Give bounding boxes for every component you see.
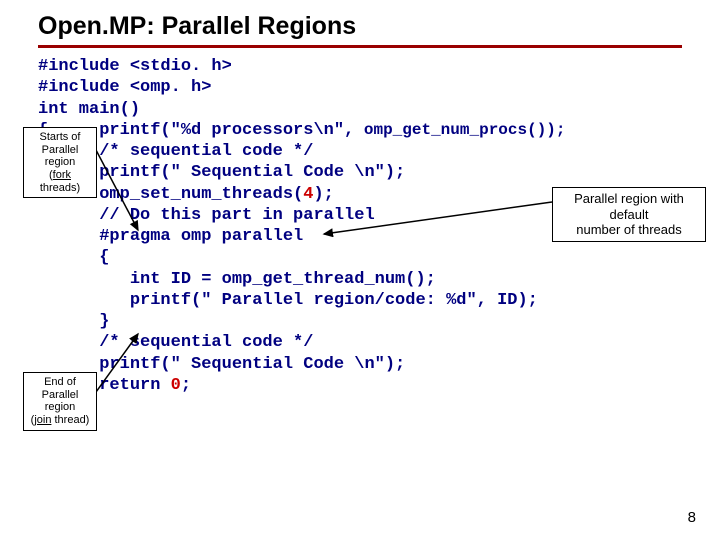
code-line: printf(" Sequential Code \n");	[38, 354, 720, 375]
code-line: printf(" Parallel region/code: %d", ID);	[38, 290, 720, 311]
code-line: return 0;	[38, 375, 720, 396]
code-line: /* sequential code */	[38, 332, 720, 353]
annotation-text: Parallel region with default	[557, 191, 701, 222]
code-line: int ID = omp_get_thread_num();	[38, 269, 720, 290]
page-number: 8	[688, 509, 696, 526]
code-line: #include <stdio. h>	[38, 56, 720, 77]
code-line: printf(" Sequential Code \n");	[38, 162, 720, 183]
code-line: { printf("%d processors\n", omp_get_num_…	[38, 120, 720, 141]
annotation-text: (fork threads)	[28, 169, 92, 194]
annotation-right: Parallel region with default number of t…	[552, 187, 706, 242]
annotation-text: Parallel region	[28, 144, 92, 169]
code-line: }	[38, 396, 720, 417]
code-line: #include <omp. h>	[38, 77, 720, 98]
annotation-start: Starts of Parallel region (fork threads)	[23, 127, 97, 198]
code-line: {	[38, 247, 720, 268]
slide-title: Open.MP: Parallel Regions	[0, 0, 720, 41]
code-line: /* sequential code */	[38, 141, 720, 162]
annotation-text: Starts of	[28, 131, 92, 144]
annotation-text: (join thread)	[28, 414, 92, 427]
annotation-end: End of Parallel region (join thread)	[23, 372, 97, 431]
code-line: }	[38, 311, 720, 332]
code-line: int main()	[38, 99, 720, 120]
annotation-text: Parallel region	[28, 389, 92, 414]
annotation-text: End of	[28, 376, 92, 389]
annotation-text: number of threads	[557, 222, 701, 238]
